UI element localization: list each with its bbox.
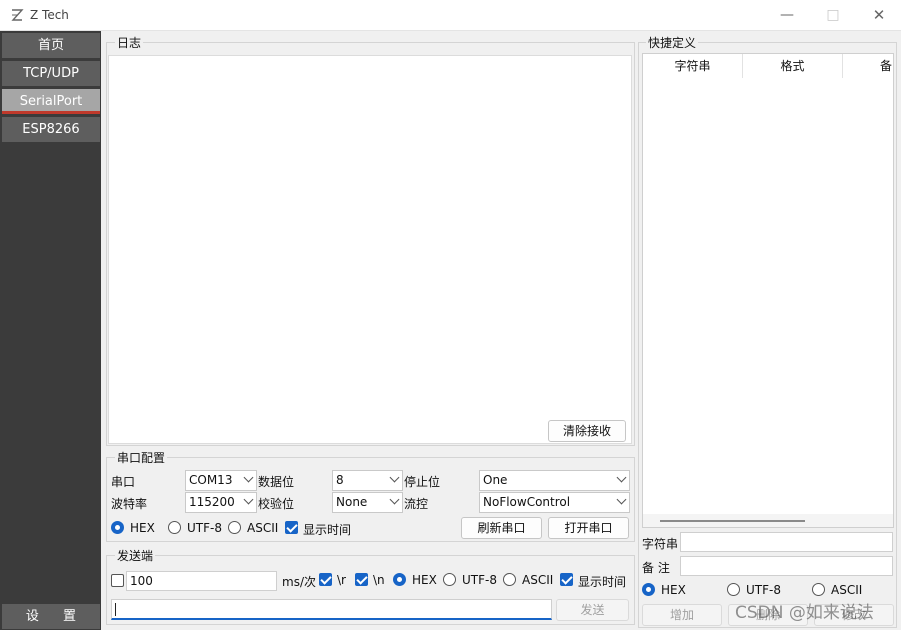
recv-show-time-checkbox[interactable] bbox=[285, 521, 298, 534]
baud-label: 波特率 bbox=[111, 497, 148, 511]
column-header-format[interactable]: 格式 bbox=[743, 54, 843, 78]
quick-ascii-radio[interactable] bbox=[812, 583, 825, 596]
send-hex-label: HEX bbox=[412, 573, 437, 587]
interval-input[interactable]: 100 bbox=[126, 571, 277, 591]
send-hex-radio[interactable] bbox=[393, 573, 406, 586]
refresh-port-button[interactable]: 刷新串口 bbox=[461, 517, 542, 539]
cr-checkbox[interactable] bbox=[319, 573, 332, 586]
databits-select[interactable]: 8 bbox=[332, 470, 403, 491]
timed-send-checkbox[interactable] bbox=[111, 574, 124, 587]
quick-ascii-label: ASCII bbox=[831, 583, 863, 597]
app-logo-icon bbox=[11, 9, 24, 21]
log-output[interactable] bbox=[108, 55, 632, 444]
maximize-button[interactable]: □ bbox=[810, 0, 856, 31]
log-title: 日志 bbox=[115, 34, 144, 51]
column-header-string[interactable]: 字符串 bbox=[643, 54, 743, 78]
chevron-down-icon bbox=[389, 472, 400, 483]
sidebar: 首页 TCP/UDP SerialPort ESP8266 设 置 bbox=[0, 31, 101, 630]
stopbits-value: One bbox=[483, 473, 508, 487]
interval-value: 100 bbox=[130, 574, 153, 588]
parity-value: None bbox=[336, 495, 368, 509]
quick-hex-label: HEX bbox=[661, 583, 686, 597]
port-label: 串口 bbox=[111, 475, 136, 489]
title-bar: Z Tech — □ ✕ bbox=[0, 0, 901, 31]
recv-hex-radio[interactable] bbox=[111, 521, 124, 534]
open-port-button[interactable]: 打开串口 bbox=[548, 517, 629, 539]
send-utf8-radio[interactable] bbox=[443, 573, 456, 586]
flow-select[interactable]: NoFlowControl bbox=[479, 492, 630, 513]
text-cursor bbox=[115, 603, 116, 616]
send-input[interactable] bbox=[111, 599, 552, 620]
quick-string-input[interactable] bbox=[680, 532, 893, 552]
port-select[interactable]: COM13 bbox=[185, 470, 257, 491]
lf-label: \n bbox=[373, 573, 385, 587]
minimize-button[interactable]: — bbox=[764, 0, 810, 31]
quick-title: 快捷定义 bbox=[646, 34, 699, 51]
watermark: CSDN @如来说法 bbox=[735, 603, 874, 623]
close-icon: ✕ bbox=[872, 6, 886, 24]
lf-checkbox[interactable] bbox=[355, 573, 368, 586]
send-utf8-label: UTF-8 bbox=[462, 573, 497, 587]
recv-hex-label: HEX bbox=[130, 521, 155, 535]
send-ascii-radio[interactable] bbox=[503, 573, 516, 586]
baud-value: 115200 bbox=[189, 495, 235, 509]
quick-hex-radio[interactable] bbox=[642, 583, 655, 596]
close-button[interactable]: ✕ bbox=[856, 0, 901, 31]
databits-label: 数据位 bbox=[258, 475, 295, 489]
cr-label: \r bbox=[337, 573, 346, 587]
send-show-time-checkbox[interactable] bbox=[560, 573, 573, 586]
column-header-note[interactable]: 备 bbox=[843, 54, 893, 78]
chevron-down-icon bbox=[616, 472, 627, 483]
minimize-icon: — bbox=[780, 7, 794, 23]
send-show-time-label: 显示时间 bbox=[578, 575, 627, 589]
sidebar-item-settings[interactable]: 设 置 bbox=[2, 604, 100, 629]
sidebar-item-esp8266[interactable]: ESP8266 bbox=[2, 117, 100, 142]
parity-label: 校验位 bbox=[258, 497, 295, 511]
quick-string-label: 字符串 bbox=[642, 537, 679, 551]
quick-note-label: 备 注 bbox=[642, 561, 670, 575]
chevron-down-icon bbox=[389, 494, 400, 505]
maximize-icon: □ bbox=[826, 7, 840, 23]
quick-utf8-radio[interactable] bbox=[727, 583, 740, 596]
quick-table[interactable]: 字符串 格式 备 bbox=[642, 53, 894, 528]
recv-utf8-radio[interactable] bbox=[168, 521, 181, 534]
port-value: COM13 bbox=[189, 473, 233, 487]
send-ascii-label: ASCII bbox=[522, 573, 554, 587]
recv-ascii-label: ASCII bbox=[247, 521, 279, 535]
quick-utf8-label: UTF-8 bbox=[746, 583, 781, 597]
horizontal-scrollbar[interactable] bbox=[643, 514, 893, 527]
send-title: 发送端 bbox=[115, 547, 156, 564]
recv-ascii-radio[interactable] bbox=[228, 521, 241, 534]
databits-value: 8 bbox=[336, 473, 344, 487]
interval-unit-label: ms/次 bbox=[282, 575, 316, 589]
recv-show-time-label: 显示时间 bbox=[303, 523, 352, 537]
serial-config-title: 串口配置 bbox=[115, 449, 168, 466]
window-title: Z Tech bbox=[30, 8, 69, 22]
clear-receive-button[interactable]: 清除接收 bbox=[548, 420, 626, 442]
chevron-down-icon bbox=[243, 494, 254, 505]
stopbits-label: 停止位 bbox=[404, 475, 441, 489]
flow-label: 流控 bbox=[404, 497, 429, 511]
chevron-down-icon bbox=[243, 472, 254, 483]
sidebar-item-serialport[interactable]: SerialPort bbox=[2, 89, 100, 114]
sidebar-item-tcp-udp[interactable]: TCP/UDP bbox=[2, 61, 100, 86]
recv-utf8-label: UTF-8 bbox=[187, 521, 222, 535]
sidebar-item-home[interactable]: 首页 bbox=[2, 33, 100, 58]
stopbits-select[interactable]: One bbox=[479, 470, 630, 491]
quick-add-button[interactable]: 增加 bbox=[642, 604, 722, 626]
send-button[interactable]: 发送 bbox=[556, 599, 629, 621]
scrollbar-thumb[interactable] bbox=[660, 520, 805, 522]
chevron-down-icon bbox=[616, 494, 627, 505]
flow-value: NoFlowControl bbox=[483, 495, 571, 509]
quick-note-input[interactable] bbox=[680, 556, 893, 576]
baud-select[interactable]: 115200 bbox=[185, 492, 257, 513]
parity-select[interactable]: None bbox=[332, 492, 403, 513]
